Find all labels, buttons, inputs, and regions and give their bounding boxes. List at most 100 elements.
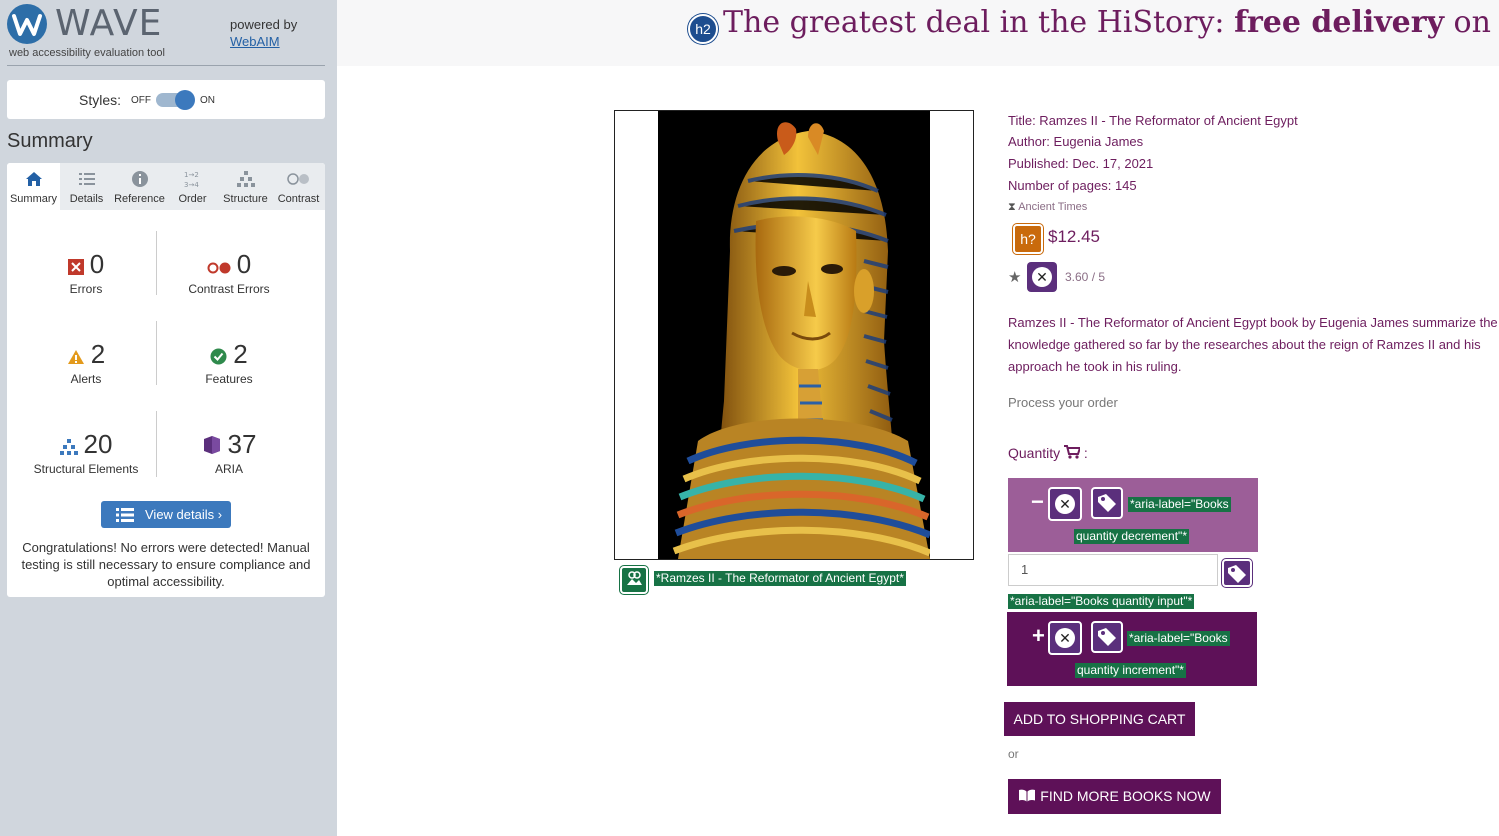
plus-symbol: +	[1032, 623, 1045, 648]
info-icon	[113, 163, 166, 193]
book-published: Published: Dec. 17, 2021	[1008, 156, 1154, 171]
tab-summary[interactable]: Summary	[7, 163, 60, 210]
tab-reference[interactable]: Reference	[113, 163, 166, 210]
banner-highlight: free delivery	[1234, 5, 1445, 40]
tab-label: Order	[178, 193, 207, 205]
alert-icon	[67, 340, 85, 372]
contrast-icon	[272, 163, 325, 193]
svg-text:1→2: 1→2	[184, 171, 199, 179]
find-more-label: FIND MORE BOOKS NOW	[1040, 788, 1211, 804]
aria-icon	[202, 430, 222, 462]
aria-label-tag: *aria-label="Books	[1128, 497, 1231, 512]
heading-alert-icon[interactable]: h?	[1013, 224, 1043, 254]
alerts-label: Alerts	[70, 372, 102, 386]
styles-on-label: ON	[200, 95, 215, 106]
stat-contrast-errors[interactable]: 0 Contrast Errors	[154, 248, 304, 296]
powered-by: powered by WebAIM	[230, 16, 297, 50]
styles-toggle[interactable]	[156, 90, 195, 110]
list-icon	[60, 163, 113, 193]
list-icon	[116, 501, 134, 528]
stat-errors[interactable]: 0 Errors	[11, 248, 161, 296]
category-label: Ancient Times	[1018, 201, 1088, 213]
h2-marker-icon[interactable]: h2	[688, 14, 718, 44]
tab-contrast[interactable]: Contrast	[272, 163, 325, 210]
summary-heading: Summary	[7, 130, 93, 152]
aria-label-tag-icon[interactable]	[1222, 559, 1252, 587]
aria-label-tag: *aria-label="Books quantity input"*	[1008, 594, 1195, 609]
book-price: $12.45	[1048, 227, 1100, 246]
aria-label: ARIA	[214, 462, 243, 476]
structural-count: 20	[83, 429, 113, 459]
book-description: Ramzes II - The Reformator of Ancient Eg…	[1008, 315, 1498, 374]
stat-divider	[156, 411, 157, 477]
panel-tabs: Summary Details Reference 1→2 3→4 Order	[7, 163, 325, 210]
wave-logo-icon[interactable]	[7, 4, 47, 44]
styles-off-label: OFF	[131, 95, 151, 106]
wave-logo-text: WAVE	[55, 3, 163, 44]
close-icon: ✕	[1055, 494, 1075, 514]
toggle-knob[interactable]	[175, 90, 195, 110]
tab-label: Reference	[114, 193, 165, 205]
structure-icon	[59, 430, 78, 462]
aria-label-tag-icon[interactable]	[1091, 621, 1123, 653]
view-details-button[interactable]: View details ›	[101, 501, 231, 528]
quantity-label-text: Quantity	[1008, 445, 1061, 461]
tab-label: Structure	[223, 193, 268, 205]
aria-count: 37	[227, 429, 257, 459]
aria-hidden-icon[interactable]: ✕	[1048, 621, 1082, 655]
quantity-increment-button[interactable]: + ✕ *aria-label="Books quantity incremen…	[1007, 612, 1257, 686]
quantity-colon: :	[1083, 445, 1088, 461]
tab-order[interactable]: 1→2 3→4 Order	[166, 163, 219, 210]
svg-text:3→4: 3→4	[184, 181, 199, 189]
view-details-label: View details ›	[145, 507, 223, 522]
aria-hidden-icon[interactable]: ✕	[1048, 487, 1082, 521]
book-title: Title: Ramzes II - The Reformator of Anc…	[1008, 113, 1298, 128]
congrats-message: Congratulations! No errors were detected…	[21, 540, 311, 589]
stat-features[interactable]: 2 Features	[154, 338, 304, 386]
powered-by-text: powered by	[230, 17, 298, 32]
aria-label-tag: quantity decrement"*	[1074, 529, 1189, 544]
stat-alerts[interactable]: 2 Alerts	[11, 338, 161, 386]
alt-text-feature-icon[interactable]	[620, 566, 648, 594]
aria-label-tag-icon[interactable]	[1091, 487, 1123, 519]
book-icon	[1018, 788, 1040, 804]
book-page: h2 The greatest deal in the HiStory: fre…	[337, 0, 1499, 836]
wave-subtitle: web accessibility evaluation tool	[9, 47, 165, 59]
find-more-books-button[interactable]: FIND MORE BOOKS NOW	[1008, 779, 1221, 814]
cart-icon	[1060, 445, 1084, 461]
hourglass-icon: ⧗	[1008, 201, 1016, 213]
quantity-input[interactable]: 1	[1008, 554, 1218, 586]
wave-sidebar: WAVE web accessibility evaluation tool p…	[0, 0, 337, 836]
promo-banner: h2 The greatest deal in the HiStory: fre…	[337, 0, 1499, 66]
quantity-label: Quantity :	[1008, 445, 1088, 461]
quantity-decrement-button[interactable]: − ✕ *aria-label="Books quantity decremen…	[1008, 478, 1258, 552]
contrast-errors-count: 0	[236, 249, 252, 279]
book-cover-frame	[614, 110, 974, 560]
features-label: Features	[205, 372, 253, 386]
add-to-cart-button[interactable]: ADD TO SHOPPING CART	[1004, 702, 1195, 736]
alt-text-tag: *Ramzes II - The Reformator of Ancient E…	[654, 571, 906, 586]
summary-panel: Summary Details Reference 1→2 3→4 Order	[7, 163, 325, 597]
or-separator: or	[1008, 747, 1019, 761]
tab-details[interactable]: Details	[60, 163, 113, 210]
styles-toggle-box: Styles: OFF ON	[7, 80, 325, 119]
stat-structural[interactable]: 20 Structural Elements	[11, 428, 161, 476]
stat-divider	[156, 321, 157, 385]
feature-check-icon	[210, 340, 227, 372]
tab-label: Details	[69, 193, 104, 205]
stat-aria[interactable]: 37 ARIA	[154, 428, 304, 476]
banner-prefix: The greatest deal in the HiStory:	[723, 5, 1235, 40]
errors-label: Errors	[69, 282, 103, 296]
webaim-link[interactable]: WebAIM	[230, 33, 297, 50]
close-icon: ✕	[1055, 628, 1075, 648]
minus-symbol: −	[1031, 489, 1044, 514]
star-icon: ★	[1008, 269, 1022, 286]
book-category: ⧗ Ancient Times	[1008, 201, 1087, 214]
aria-hidden-icon[interactable]: ✕	[1027, 262, 1057, 292]
stat-divider	[156, 231, 157, 295]
book-cover-image[interactable]	[658, 111, 930, 559]
wave-header: WAVE web accessibility evaluation tool p…	[0, 0, 337, 66]
tab-label: Contrast	[277, 193, 320, 205]
structural-label: Structural Elements	[33, 462, 139, 476]
tab-structure[interactable]: Structure	[219, 163, 272, 210]
